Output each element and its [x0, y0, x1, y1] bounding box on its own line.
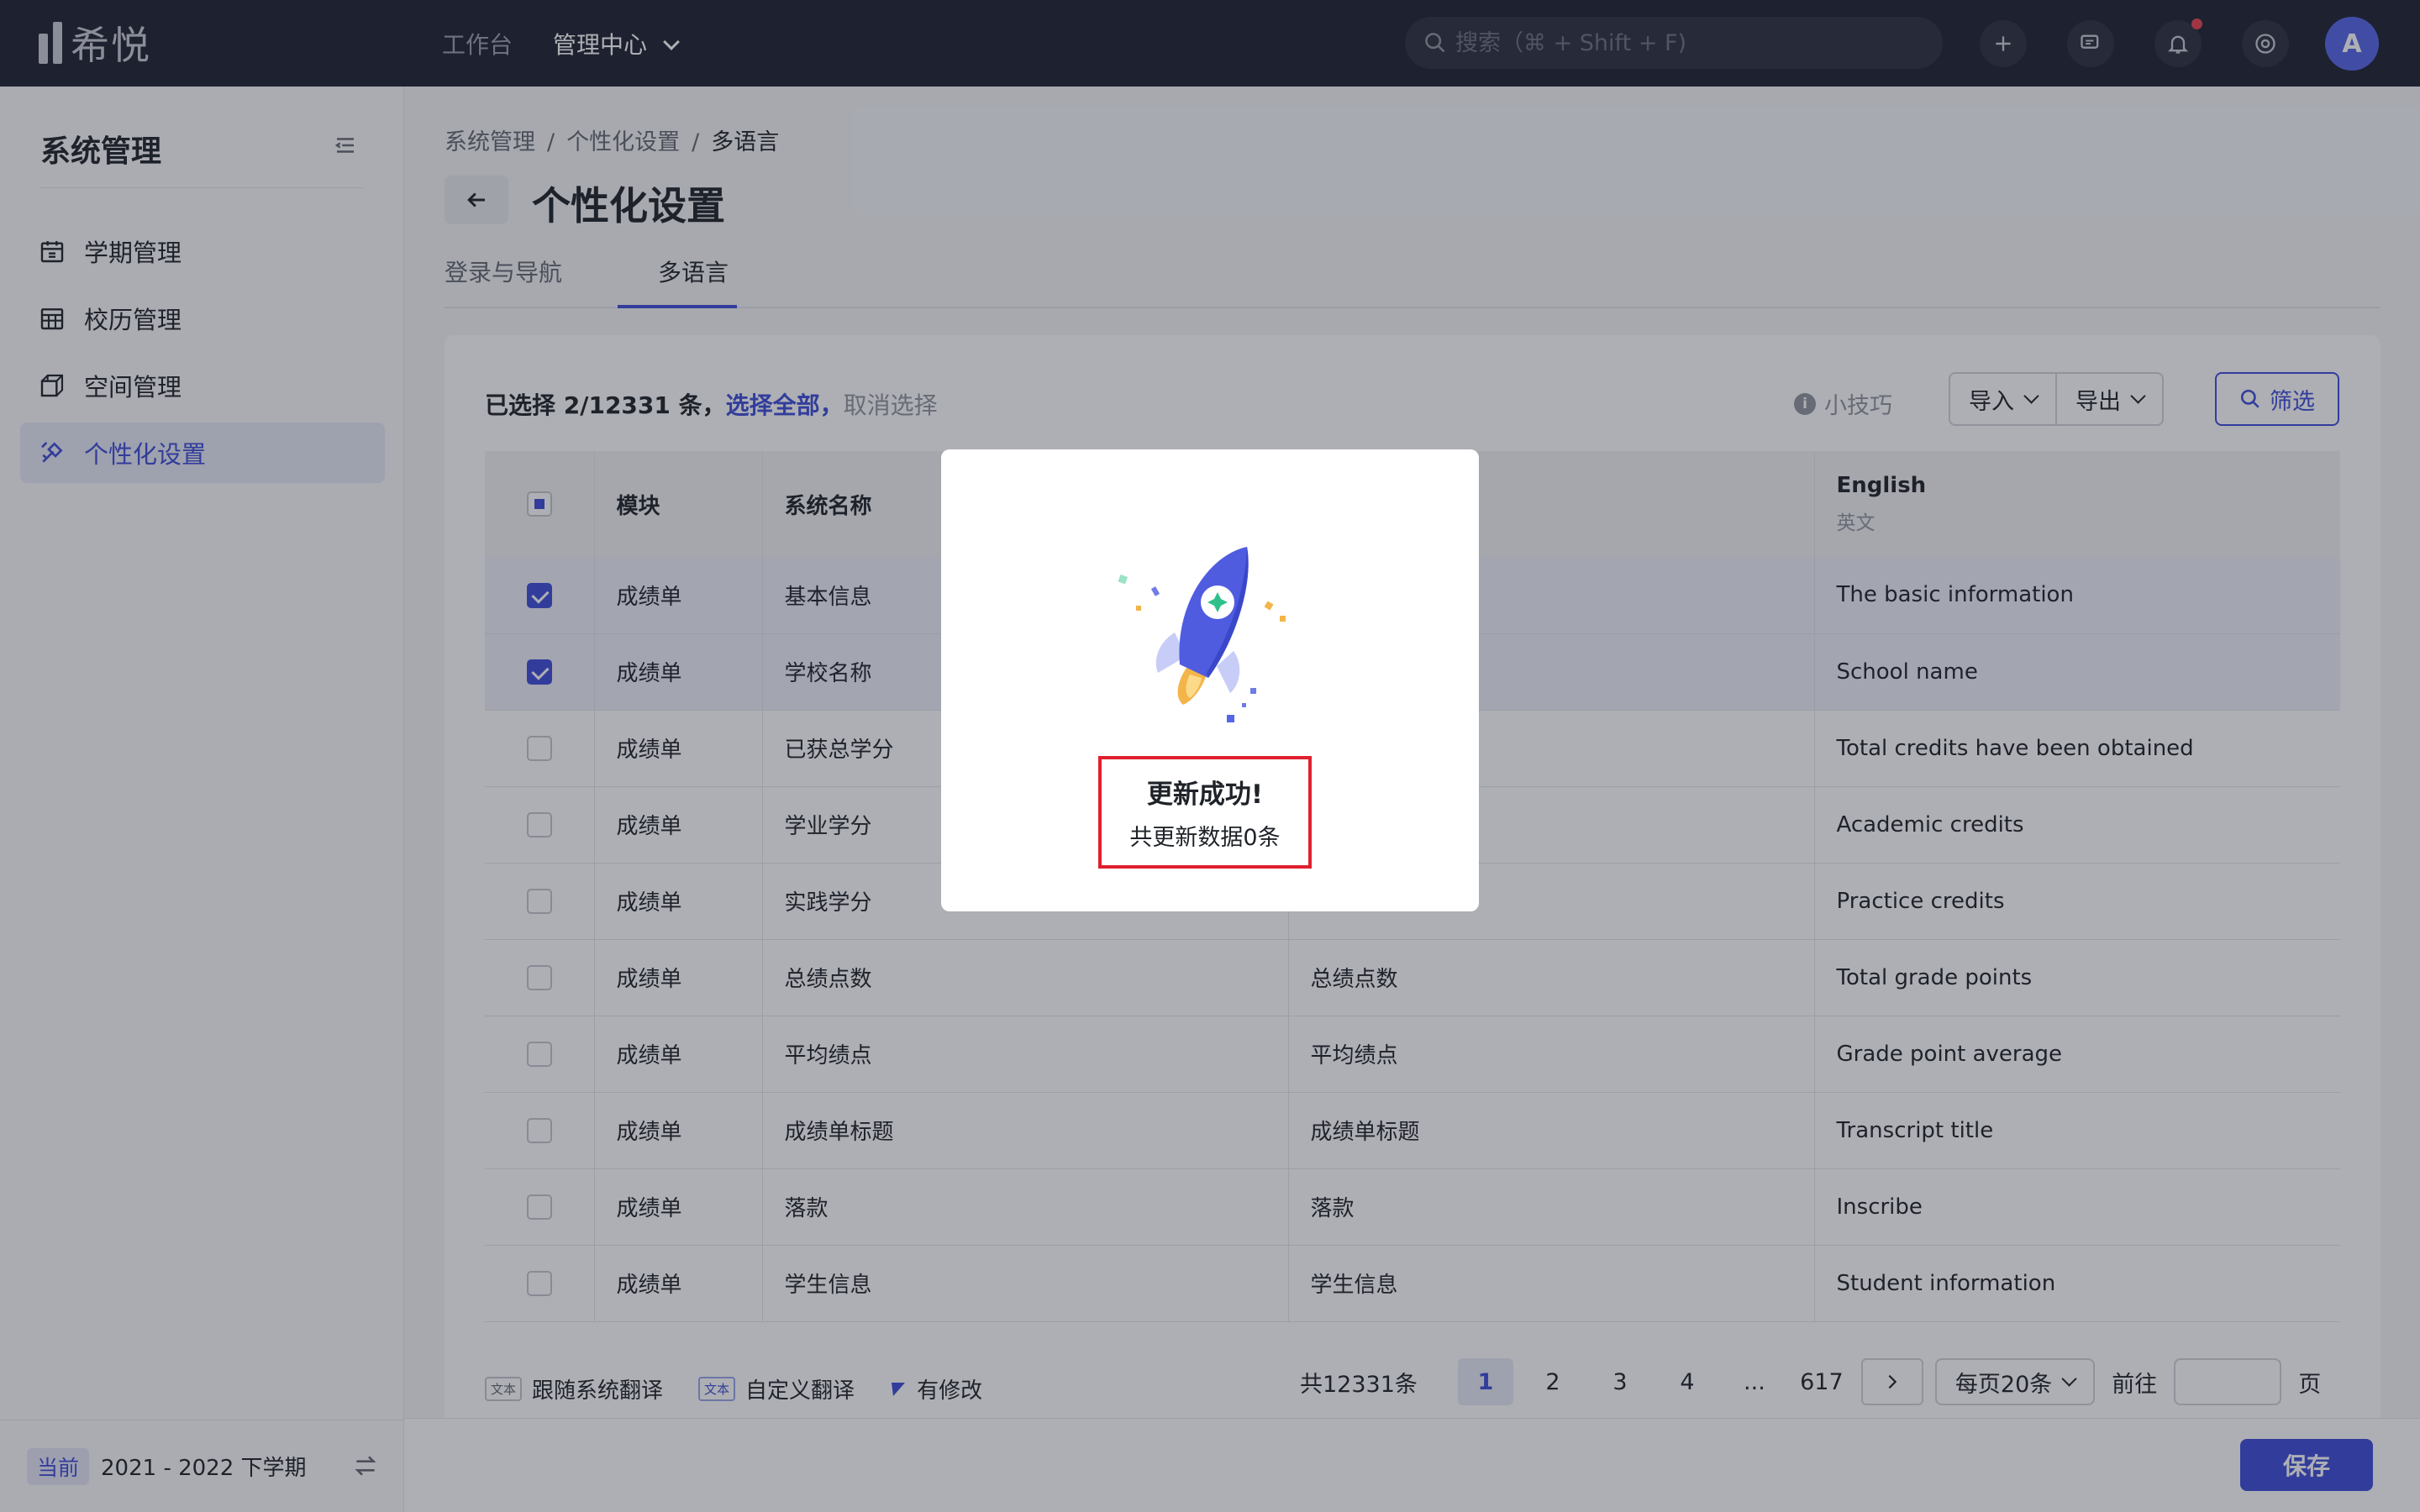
success-modal: 更新成功! 共更新数据0条	[941, 449, 1479, 911]
success-subtitle: 共更新数据0条	[1129, 825, 1281, 851]
success-message-highlight: 更新成功! 共更新数据0条	[1098, 756, 1312, 869]
rocket-illustration	[1118, 547, 1286, 722]
success-title: 更新成功!	[1146, 780, 1264, 810]
